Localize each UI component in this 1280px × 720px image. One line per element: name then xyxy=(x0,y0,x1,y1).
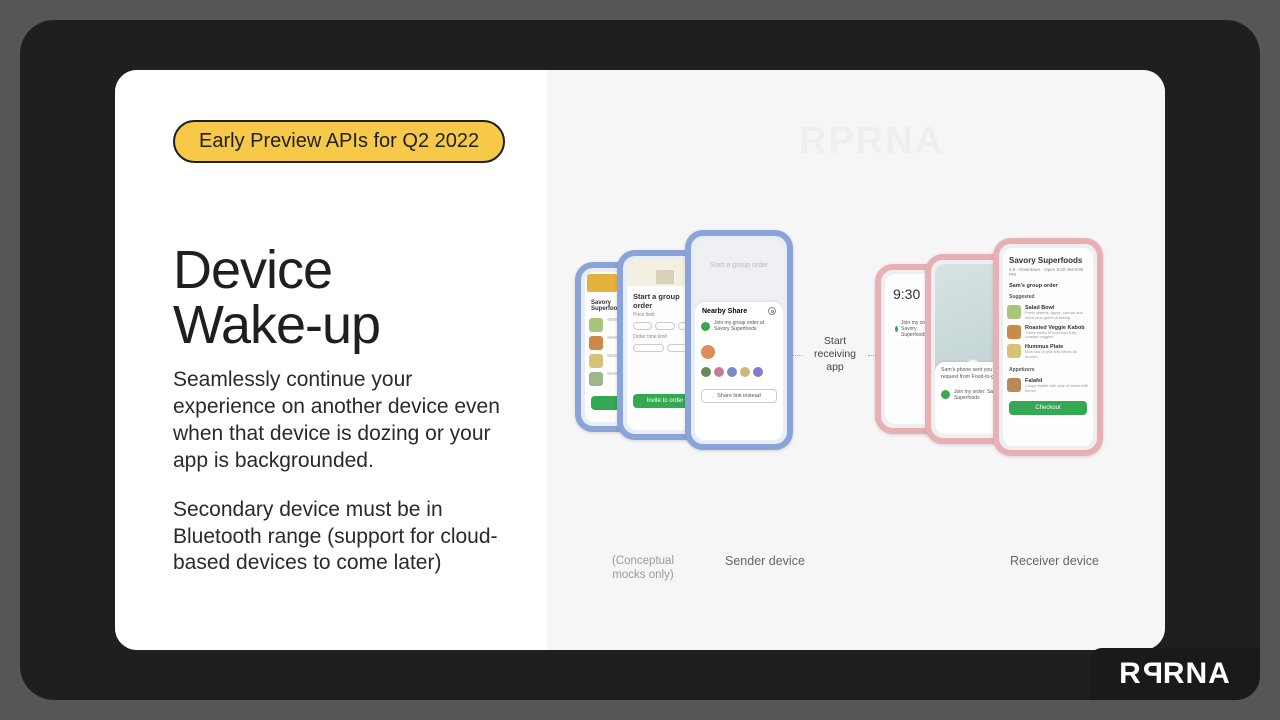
food-item: Roasted Veggie KabobThree sticks of luxu… xyxy=(1007,323,1089,343)
food-item: FalafelCrispy falafel with side of tahin… xyxy=(1007,376,1089,396)
description-paragraph-2: Secondary device must be in Bluetooth ra… xyxy=(173,497,519,578)
rprna-logo-badge: RPRNA xyxy=(1090,648,1260,700)
presentation-slide: Early Preview APIs for Q2 2022 Device Wa… xyxy=(115,70,1165,650)
illustration-panel: RPRNA Savory Superfoods xyxy=(547,70,1165,650)
title-line-2: Wake-up xyxy=(173,295,380,355)
restaurant-sub: 4.8 · Downtown · Open 9:30 AM-9:00 PM xyxy=(1003,267,1093,281)
title-line-1: Device xyxy=(173,240,332,300)
slide-description: Seamlessly continue your experience on a… xyxy=(173,367,519,577)
description-paragraph-1: Seamlessly continue your experience on a… xyxy=(173,367,519,475)
caption-conceptual: (Conceptual mocks only) xyxy=(603,554,683,583)
video-frame: Early Preview APIs for Q2 2022 Device Wa… xyxy=(20,20,1260,700)
avatar-icon xyxy=(701,345,715,359)
connector-line-3: app xyxy=(826,361,844,374)
front-bg-title: Start a group order xyxy=(695,240,783,291)
connector-label: Start receiving app xyxy=(802,335,868,374)
share-item-icon xyxy=(701,322,710,331)
caption-sender: Sender device xyxy=(725,554,805,568)
nearby-share-title: Nearby Share xyxy=(702,308,747,315)
slide-title: Device Wake-up xyxy=(173,243,519,353)
share-link-button: Share link instead xyxy=(701,389,777,403)
receiver-phone-front: Savory Superfoods 4.8 · Downtown · Open … xyxy=(993,238,1103,456)
sender-phone-front: Start a group order Nearby Share xyxy=(685,230,793,450)
food-item: Hummus PlateWith lots of pita and olives… xyxy=(1007,342,1089,362)
preview-badge: Early Preview APIs for Q2 2022 xyxy=(173,120,505,163)
connector-line-2: receiving xyxy=(814,348,856,361)
restaurant-title: Savory Superfoods xyxy=(1003,248,1093,267)
checkout-button: Checkout xyxy=(1009,401,1087,415)
appetizers-heading: Appetizers xyxy=(1003,364,1093,374)
caption-receiver: Receiver device xyxy=(1010,554,1099,568)
connector-line-1: Start xyxy=(824,335,846,348)
text-panel: Early Preview APIs for Q2 2022 Device Wa… xyxy=(115,70,547,650)
group-order-heading: Sam's group order xyxy=(1003,281,1093,291)
suggested-heading: Suggested xyxy=(1003,291,1093,301)
share-item-text: Join my group order at Savory Superfoods xyxy=(714,320,777,332)
watermark-text: RPRNA xyxy=(799,120,944,163)
settings-icon xyxy=(768,307,776,315)
food-item: Salad BowlFresh greens, apple, carrots a… xyxy=(1007,303,1089,323)
food-item-list: Salad BowlFresh greens, apple, carrots a… xyxy=(1003,301,1093,364)
